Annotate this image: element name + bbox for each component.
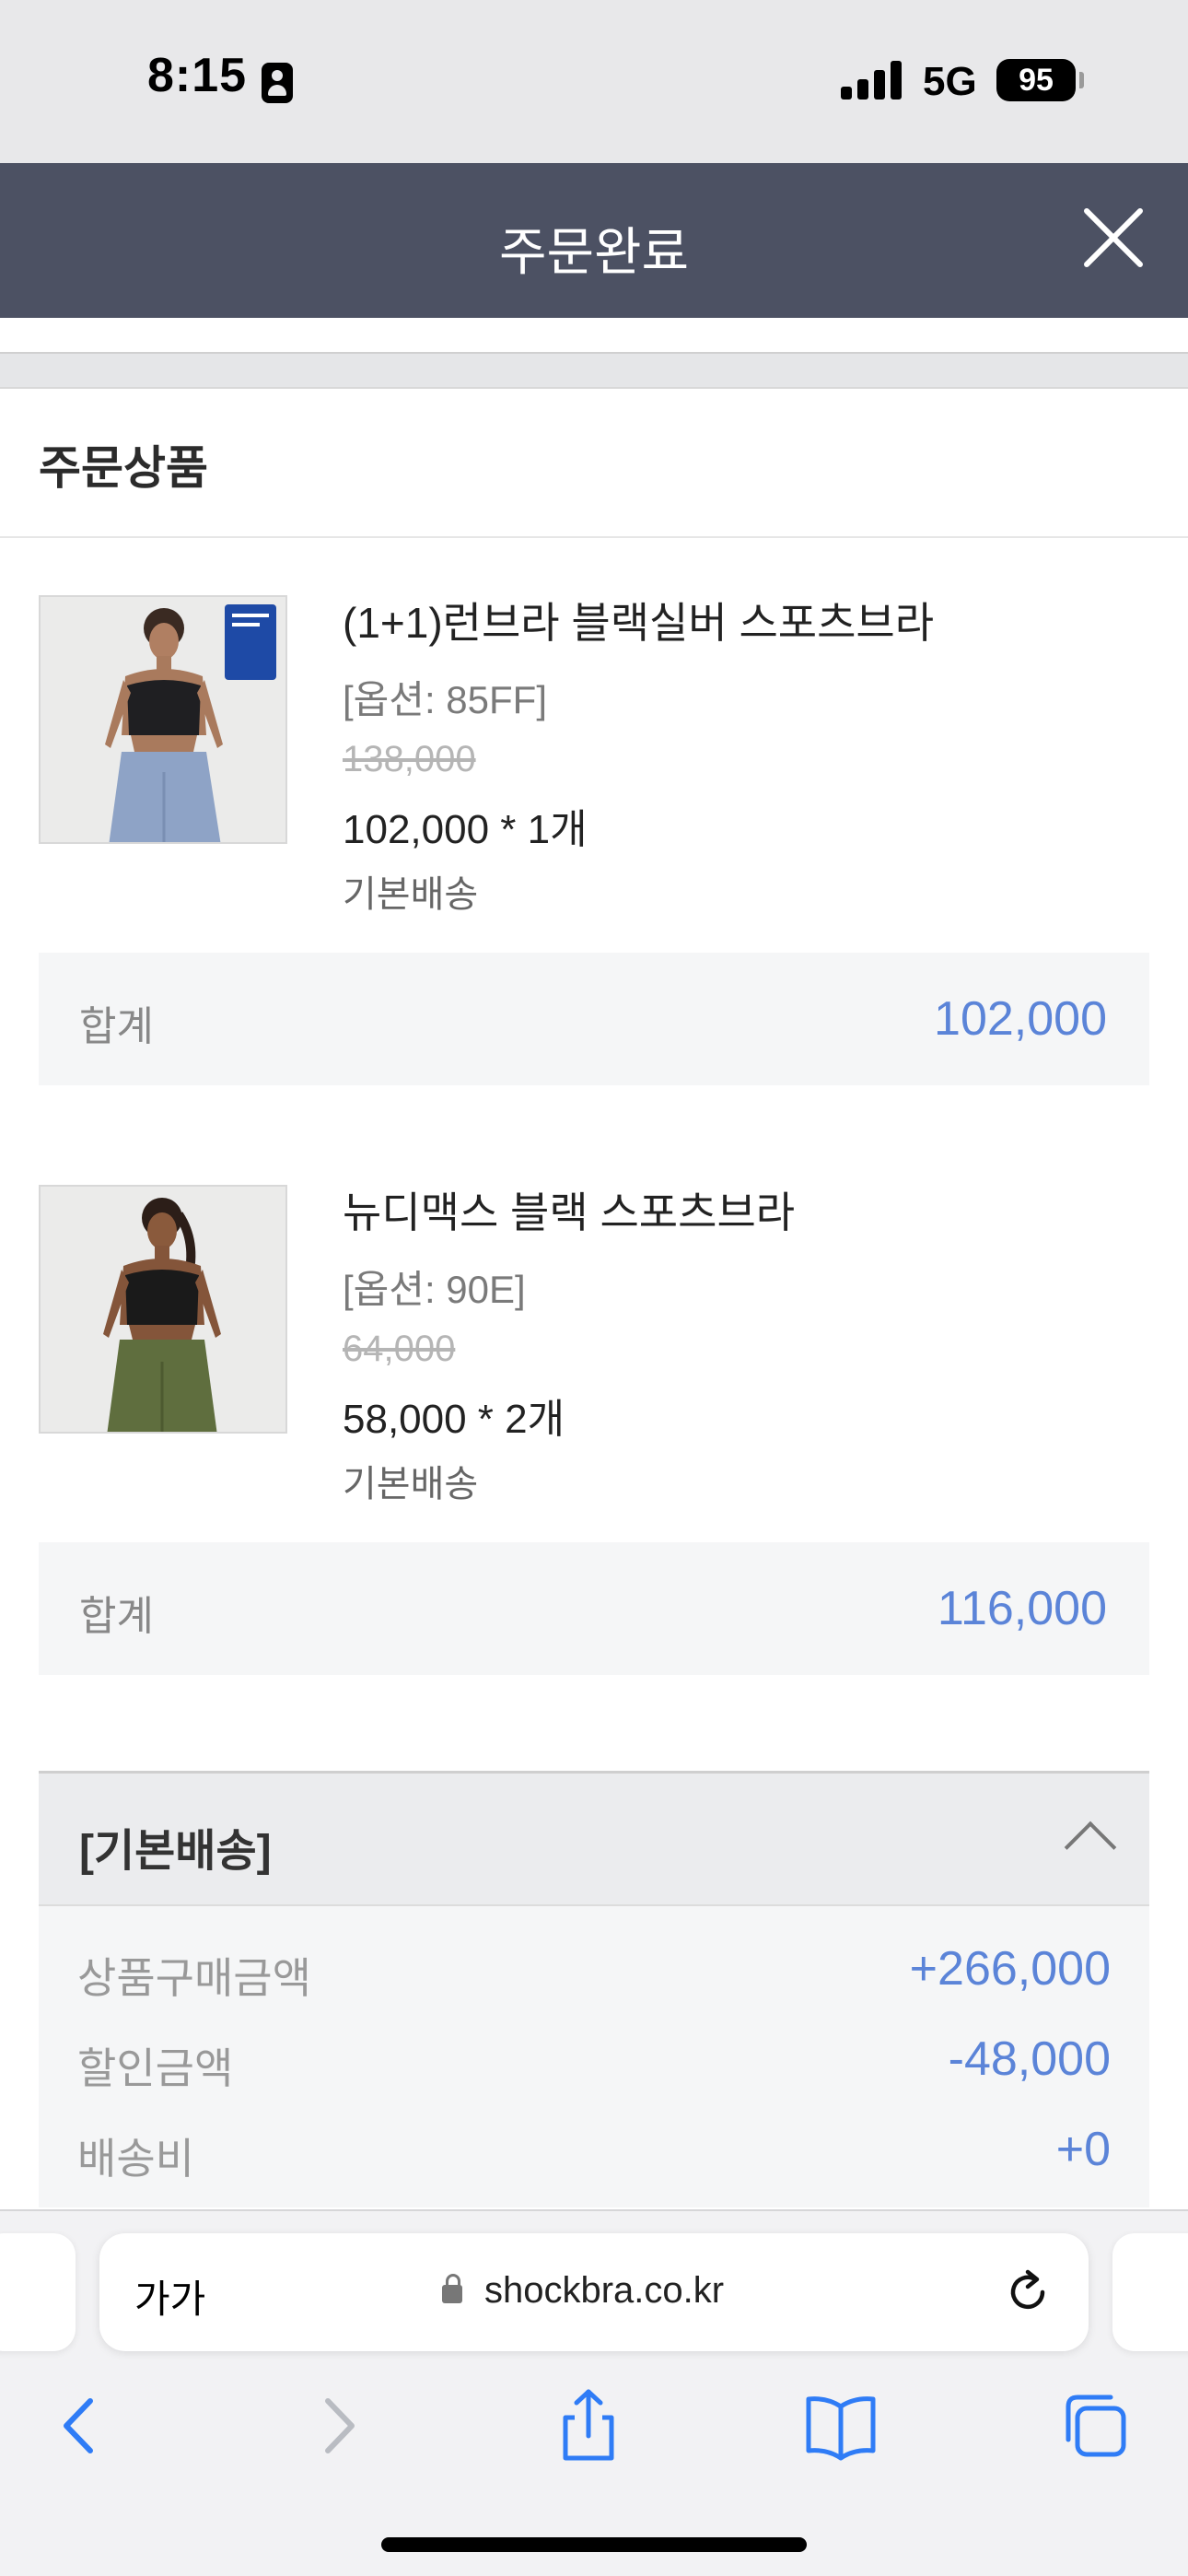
- status-time: 8:15: [147, 49, 248, 102]
- forward-icon[interactable]: [297, 2384, 379, 2467]
- product-name[interactable]: (1+1)런브라 블랙실버 스포츠브라: [343, 590, 934, 650]
- divider: [0, 536, 1188, 538]
- battery-cap: [1079, 72, 1084, 88]
- product-price-quantity: 102,000 * 1개: [343, 807, 588, 852]
- back-icon[interactable]: [39, 2384, 122, 2467]
- summary-row-label: 배송비: [77, 2135, 194, 2183]
- product-total-box: 합계 116,000: [39, 1542, 1149, 1675]
- section-title: 주문상품: [39, 442, 208, 494]
- next-tab-preview[interactable]: [1112, 2233, 1188, 2351]
- url-text[interactable]: shockbra.co.kr: [484, 2270, 724, 2312]
- summary-row-value: +0: [1055, 2123, 1111, 2176]
- product-price-quantity: 58,000 * 2개: [343, 1397, 565, 1442]
- product-image[interactable]: [39, 1185, 287, 1434]
- total-value: 102,000: [934, 992, 1107, 1046]
- share-icon[interactable]: [547, 2384, 630, 2467]
- total-label: 합계: [79, 1594, 154, 1639]
- product-original-price: 64,000: [343, 1329, 456, 1369]
- section-separator: [0, 352, 1188, 389]
- close-icon[interactable]: [1083, 206, 1146, 269]
- previous-tab-preview[interactable]: [0, 2233, 76, 2351]
- signal-icon: [841, 59, 905, 100]
- shipping-summary-panel: [기본배송] 상품구매금액 +266,000 할인금액 -48,000 배송비 …: [39, 1771, 1149, 2207]
- tabs-icon[interactable]: [1054, 2384, 1136, 2467]
- summary-row-value: -48,000: [948, 2032, 1111, 2086]
- product-photo: [41, 597, 285, 842]
- product-original-price: 138,000: [343, 739, 476, 779]
- home-indicator[interactable]: [381, 2537, 807, 2552]
- product-option: [옵션: 90E]: [343, 1268, 526, 1311]
- reload-icon[interactable]: [1000, 2265, 1055, 2320]
- bookmarks-icon[interactable]: [799, 2384, 882, 2467]
- product-photo: [41, 1187, 285, 1432]
- address-bar[interactable]: 가가 shockbra.co.kr: [99, 2233, 1089, 2351]
- total-label: 합계: [79, 1004, 154, 1049]
- product-image[interactable]: [39, 595, 287, 844]
- app-header: 주문완료: [0, 163, 1188, 318]
- product-name[interactable]: 뉴디맥스 블랙 스포츠브라: [343, 1179, 795, 1240]
- total-value: 116,000: [937, 1582, 1107, 1635]
- chevron-up-icon[interactable]: [1064, 1821, 1117, 1874]
- person-icon: [262, 63, 293, 103]
- network-label: 5G: [923, 59, 977, 104]
- summary-row-label: 상품구매금액: [77, 1954, 311, 2002]
- product-shipping-type: 기본배송: [343, 874, 479, 915]
- text-size-button[interactable]: 가가: [134, 2268, 205, 2324]
- lock-icon: [442, 2274, 462, 2303]
- shipping-summary-header[interactable]: [기본배송]: [39, 1774, 1149, 1906]
- shipping-summary-title: [기본배송]: [79, 1827, 272, 1876]
- status-bar: 8:15 5G 95: [0, 0, 1188, 163]
- battery-icon: 95: [996, 59, 1076, 101]
- product-total-box: 합계 102,000: [39, 953, 1149, 1085]
- page-title: 주문완료: [498, 223, 690, 281]
- product-shipping-type: 기본배송: [343, 1464, 479, 1505]
- summary-row-value: +266,000: [909, 1942, 1111, 1996]
- product-option: [옵션: 85FF]: [343, 678, 547, 721]
- summary-row-label: 할인금액: [77, 2044, 234, 2092]
